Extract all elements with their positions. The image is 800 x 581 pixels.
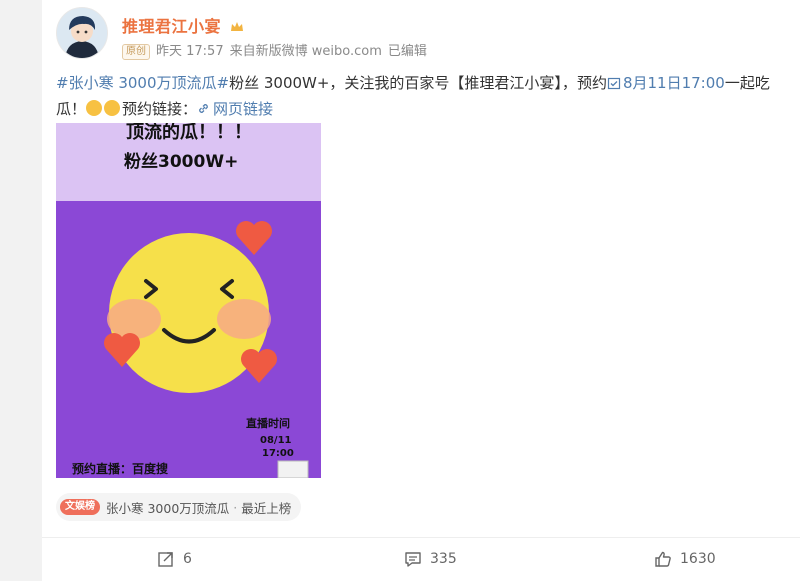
post-image[interactable]: 顶流的瓜！！！ 粉丝3000W+ 直播时间 08/11 17:00 预约直播：百…: [56, 123, 321, 478]
calendar-check-icon: [607, 77, 621, 90]
post-time[interactable]: 昨天 17:57: [156, 44, 224, 59]
repost-icon: [158, 552, 173, 567]
comment-button[interactable]: 335: [404, 548, 457, 570]
web-link-text[interactable]: 网页链接: [213, 100, 273, 118]
qr-code-icon: [277, 460, 309, 478]
image-time-label: 直播时间: [246, 416, 290, 430]
event-text[interactable]: 8月11日17:00: [623, 74, 725, 92]
post-card: 推理君江小宴 原创 昨天 17:57 来自新版微博 weibo.com 已编辑 #张小…: [42, 0, 800, 581]
comment-icon: [405, 552, 421, 567]
image-date: 08/11: [260, 435, 292, 446]
topic-title[interactable]: 张小寒 3000万顶流瓜: [106, 498, 229, 517]
like-button[interactable]: 1630: [654, 548, 716, 570]
original-badge: 原创: [122, 44, 150, 60]
divider: [42, 537, 800, 538]
avatar[interactable]: [56, 7, 108, 59]
image-time: 17:00: [262, 448, 294, 459]
link-icon: [199, 104, 208, 113]
like-count: 1630: [680, 551, 716, 567]
thumbs-up-icon: [655, 551, 671, 567]
post-source: 来自新版微博 weibo.com: [229, 44, 382, 59]
topic-badge: 文娱榜: [60, 499, 100, 515]
user-name[interactable]: 推理君江小宴: [122, 13, 244, 37]
hashtag-link[interactable]: #张小寒 3000万顶流瓜#: [56, 74, 229, 92]
image-line1: 顶流的瓜！！！: [126, 123, 252, 143]
post-meta: 原创 昨天 17:57 来自新版微博 weibo.com 已编辑: [122, 40, 433, 60]
comment-count: 335: [430, 551, 457, 567]
image-footer: 预约直播：百度搜: [72, 461, 169, 476]
topic-status: 最近上榜: [241, 500, 292, 516]
post-text: #张小寒 3000万顶流瓜#粉丝 3000W+，关注我的百家号【推理君江小宴】，…: [56, 70, 796, 122]
event-link[interactable]: 8月11日17:00: [607, 74, 725, 92]
user-name-text[interactable]: 推理君江小宴: [122, 17, 221, 36]
repost-button[interactable]: 6: [157, 548, 192, 570]
repost-count: 6: [183, 551, 192, 567]
topic-tag[interactable]: 文娱榜 张小寒 3000万顶流瓜 · 最近上榜: [56, 493, 302, 521]
crown-icon: [230, 18, 244, 37]
web-link[interactable]: 网页链接: [197, 100, 273, 118]
emoji-icon: [104, 100, 121, 116]
topic-separator: ·: [233, 499, 238, 515]
emoji-icon: [86, 100, 103, 116]
edited-label[interactable]: 已编辑: [388, 44, 427, 59]
post-text-part1: 粉丝 3000W+，关注我的百家号【推理君江小宴】，预约: [229, 74, 607, 92]
image-line2: 粉丝3000W+: [124, 151, 238, 172]
post-text-part3: 预约链接：: [122, 100, 198, 118]
